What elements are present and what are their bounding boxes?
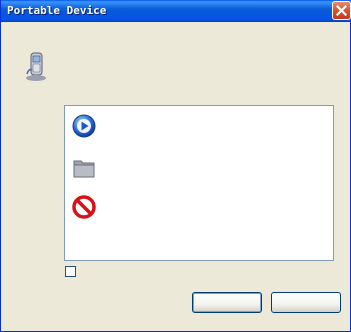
folder-icon[interactable]: [71, 155, 97, 181]
always-do-this-checkbox[interactable]: [65, 266, 76, 277]
no-action-icon[interactable]: [71, 194, 97, 220]
action-list[interactable]: [64, 105, 334, 261]
close-icon: [336, 5, 347, 16]
media-player-icon[interactable]: [71, 113, 97, 139]
cancel-button[interactable]: [271, 292, 341, 313]
close-button[interactable]: [332, 1, 351, 20]
ok-button[interactable]: [192, 292, 262, 313]
window-title: Portable Device: [7, 4, 107, 17]
portable-device-dialog: Portable Device: [0, 0, 351, 332]
title-bar[interactable]: Portable Device: [1, 0, 351, 22]
portable-device-icon: [26, 52, 46, 81]
